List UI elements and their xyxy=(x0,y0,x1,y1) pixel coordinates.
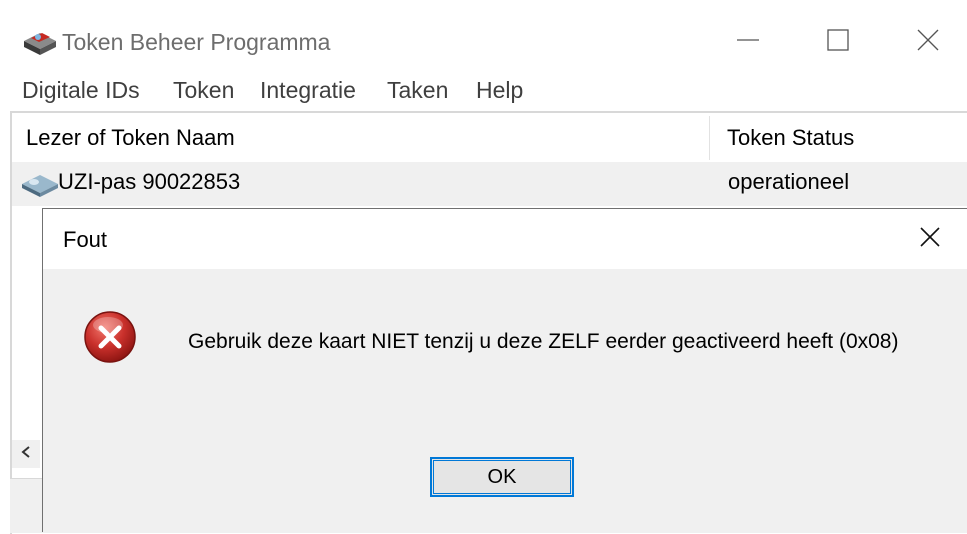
dialog-title-bar: Fout xyxy=(43,209,967,269)
dialog-close-button[interactable] xyxy=(905,217,955,261)
error-icon xyxy=(83,310,137,364)
menu-item-taken[interactable]: Taken xyxy=(387,77,448,104)
column-header-status[interactable]: Token Status xyxy=(711,116,967,160)
column-header-status-label: Token Status xyxy=(727,125,855,150)
close-button[interactable] xyxy=(898,10,958,70)
menu-item-help[interactable]: Help xyxy=(476,77,523,104)
ok-button[interactable]: OK xyxy=(430,457,574,497)
error-dialog: Fout Gebruik deze kaart NIET tenzij u de… xyxy=(42,208,967,532)
token-status: operationeel xyxy=(728,169,850,194)
token-name: UZI-pas 90022853 xyxy=(58,169,241,194)
dialog-message: Gebruik deze kaart NIET tenzij u deze ZE… xyxy=(188,330,899,353)
maximize-button[interactable] xyxy=(808,10,868,70)
window-title: Token Beheer Programma xyxy=(62,29,331,55)
column-header-name-label: Lezer of Token Naam xyxy=(26,125,235,150)
close-icon xyxy=(919,226,941,253)
title-bar: Token Beheer Programma xyxy=(0,0,967,80)
minimize-icon xyxy=(736,28,760,52)
minimize-button[interactable] xyxy=(718,10,778,70)
scroll-left-button[interactable] xyxy=(12,440,40,468)
maximize-icon xyxy=(826,28,850,52)
column-header-name[interactable]: Lezer of Token Naam xyxy=(12,116,710,160)
main-window: Token Beheer Programma Digitale IDs Toke… xyxy=(0,0,967,534)
chevron-left-icon xyxy=(19,445,33,464)
dialog-title: Fout xyxy=(63,227,108,252)
close-icon xyxy=(916,28,940,52)
menu-item-integratie[interactable]: Integratie xyxy=(260,77,356,104)
token-app-icon xyxy=(22,27,58,57)
menu-item-token[interactable]: Token xyxy=(173,77,234,104)
smart-card-icon xyxy=(20,170,60,198)
menu-bar: Digitale IDs Token Integratie Taken Help xyxy=(0,75,967,111)
ok-button-label: OK xyxy=(487,465,517,488)
menu-item-digitale-ids[interactable]: Digitale IDs xyxy=(22,77,140,104)
